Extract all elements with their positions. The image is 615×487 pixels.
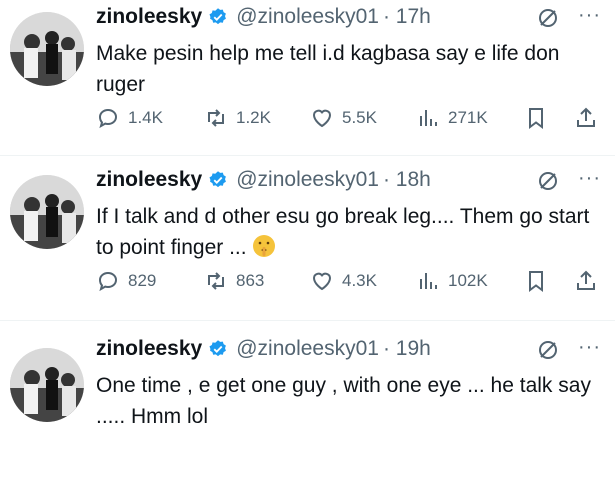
more-icon[interactable]: ··· — [578, 4, 601, 27]
grok-icon[interactable] — [536, 169, 560, 193]
bookmark-button[interactable] — [524, 106, 556, 130]
shushing-face-emoji-icon — [253, 235, 276, 257]
reply-button[interactable]: 829 — [96, 269, 156, 293]
share-button[interactable] — [574, 106, 606, 130]
views-button[interactable]: 102K — [416, 269, 488, 293]
like-icon — [312, 272, 332, 291]
separator — [0, 155, 615, 156]
like-count: 5.5K — [342, 108, 377, 127]
reply-count: 1.4K — [128, 108, 163, 127]
retweet-button[interactable]: 863 — [204, 269, 264, 293]
timestamp[interactable]: · 18h — [383, 168, 431, 192]
timestamp[interactable]: · 17h — [383, 5, 431, 29]
like-count: 4.3K — [342, 271, 377, 290]
retweet-button[interactable]: 1.2K — [204, 106, 271, 130]
like-button[interactable]: 5.5K — [310, 106, 377, 130]
verified-badge-icon — [209, 171, 227, 188]
handle[interactable]: @zinoleesky01 — [236, 337, 379, 361]
reply-icon — [98, 271, 118, 292]
views-icon — [420, 273, 437, 289]
views-count: 102K — [448, 271, 488, 290]
tweet-text: Make pesin help me tell i.d kagbasa say … — [96, 42, 560, 96]
bookmark-button[interactable] — [524, 269, 556, 293]
views-icon — [420, 110, 437, 126]
share-icon — [577, 270, 595, 290]
separator — [0, 320, 615, 321]
tweet[interactable]: zinoleesky @zinoleesky01 · 18h ··· If I … — [0, 163, 615, 318]
tweet-text: One time , e get one guy , with one eye … — [96, 374, 591, 428]
tweet[interactable]: zinoleesky @zinoleesky01 · 17h ··· Make … — [0, 0, 615, 155]
avatar[interactable] — [10, 12, 84, 86]
views-button[interactable]: 271K — [416, 106, 488, 130]
display-name[interactable]: zinoleesky — [96, 168, 202, 192]
tweet-text-body: If I talk and d other esu go break leg..… — [96, 205, 590, 259]
verified-badge-icon — [209, 340, 227, 357]
grok-icon[interactable] — [536, 6, 560, 30]
tweet-text: If I talk and d other esu go break leg..… — [96, 201, 601, 263]
share-button[interactable] — [574, 269, 606, 293]
verified-badge-icon — [209, 8, 227, 25]
retweet-icon — [208, 272, 224, 290]
retweet-count: 1.2K — [236, 108, 271, 127]
avatar[interactable] — [10, 348, 84, 422]
avatar[interactable] — [10, 175, 84, 249]
grok-icon[interactable] — [536, 338, 560, 362]
bookmark-icon — [529, 108, 543, 129]
reply-icon — [98, 108, 118, 129]
more-icon[interactable]: ··· — [578, 336, 601, 359]
display-name[interactable]: zinoleesky — [96, 5, 202, 29]
handle[interactable]: @zinoleesky01 — [236, 168, 379, 192]
reply-button[interactable]: 1.4K — [96, 106, 163, 130]
bookmark-icon — [529, 271, 543, 292]
display-name[interactable]: zinoleesky — [96, 337, 202, 361]
more-icon[interactable]: ··· — [578, 167, 601, 190]
retweet-icon — [208, 109, 224, 127]
reply-count: 829 — [128, 271, 157, 290]
share-icon — [577, 107, 595, 127]
retweet-count: 863 — [236, 271, 265, 290]
like-button[interactable]: 4.3K — [310, 269, 377, 293]
like-icon — [312, 109, 332, 128]
timestamp[interactable]: · 19h — [383, 337, 431, 361]
handle[interactable]: @zinoleesky01 — [236, 5, 379, 29]
views-count: 271K — [448, 108, 488, 127]
